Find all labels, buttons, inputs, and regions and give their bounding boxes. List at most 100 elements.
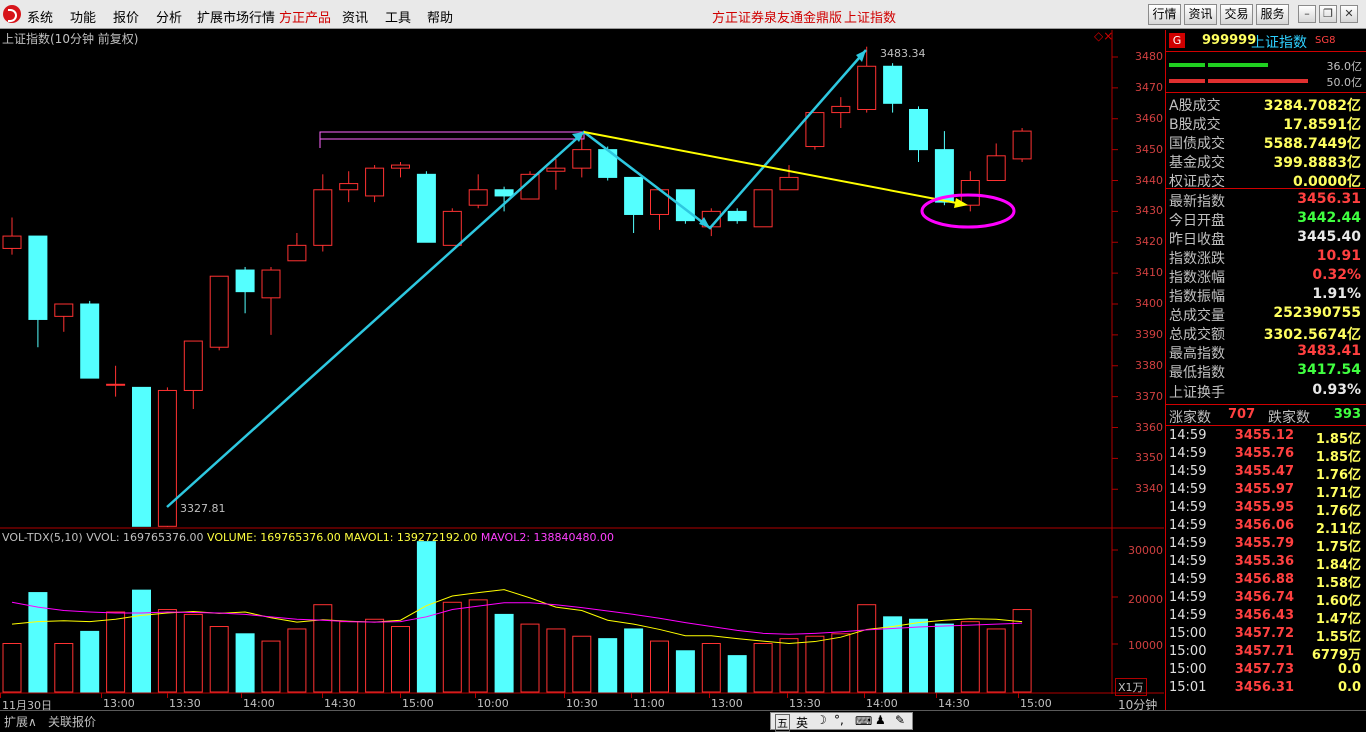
extend-tab[interactable]: 扩展∧ [4,713,37,730]
menu-news[interactable]: 资讯 [342,7,368,26]
candle-body [779,176,799,191]
tick-time: 14:59 [1169,500,1207,515]
volume-bar [157,609,177,693]
punctuation-icon[interactable]: °, [834,713,844,727]
stat-value: 3483.41 [1297,343,1361,360]
related-quote-tab[interactable]: 关联报价 [48,713,96,730]
diamond-icon[interactable]: ◇× [1094,29,1113,43]
minimize-icon[interactable]: – [1298,5,1316,23]
stat-row: 最低指数 3417.54 [1166,361,1365,381]
time-tick [241,693,242,698]
menu-system[interactable]: 系统 [27,7,53,26]
price-axis-label: 3370 [1135,389,1163,403]
tick-price: 3455.95 [1234,500,1294,515]
stat-row: 总成交量 252390755 [1166,304,1365,324]
volume-bar [54,643,74,693]
time-axis-label: 13:30 [169,697,201,710]
trade-button[interactable]: 交易 [1220,4,1253,25]
kline-svg[interactable] [0,30,1164,694]
min-price-label: 3327.81 [180,502,226,515]
menu-help[interactable]: 帮助 [427,7,453,26]
time-tick [167,693,168,698]
menu-founder-products[interactable]: 方正产品 [279,7,331,26]
ime-toolbar[interactable]: 五 英 ☽ °, ⌨ ♟ ✎ [770,712,913,732]
market-button[interactable]: 行情 [1148,4,1181,25]
bar2-b [1208,79,1308,83]
candle-body [883,65,903,104]
stat-row: 总成交额 3302.5674亿 [1166,323,1365,343]
news-button[interactable]: 资讯 [1184,4,1217,25]
price-axis-label: 3480 [1135,50,1163,63]
kline-chart-area[interactable]: 上证指数(10分钟 前复权) ◇× 3483.34 3327.81 3480 34… [0,29,1164,712]
candle-body [494,189,514,197]
time-tick [709,693,710,698]
tick-row: 14:59 3455.12 1.85亿 [1166,427,1365,447]
moon-icon[interactable]: ☽ [816,713,827,727]
restore-icon[interactable]: ❐ [1319,5,1337,23]
close-icon[interactable]: ✕ [1340,5,1358,23]
menu-quote[interactable]: 报价 [113,7,139,26]
candle-body [753,189,773,228]
user-icon[interactable]: ♟ [875,713,886,727]
time-tick [564,693,565,698]
keyboard-icon[interactable]: ⌨ [855,714,872,728]
stat-label: 昨日收盘 [1169,231,1225,248]
volume-bar [701,643,721,693]
price-axis-label: 3470 [1135,80,1163,94]
chart-title: 上证指数(10分钟 前复权) [2,32,139,46]
stat-label: A股成交 [1169,98,1221,114]
menu-extended-market[interactable]: 扩展市场行情 [197,7,275,26]
volume-bar [934,623,954,693]
up-count: 707 [1228,407,1256,422]
time-axis-label: 14:30 [938,697,970,710]
stat-value: 252390755 [1273,305,1361,322]
g-badge-icon: G [1169,33,1185,48]
max-price-label: 3483.34 [880,47,926,60]
tick-time: 14:59 [1169,572,1207,587]
candle-body [261,269,281,299]
stat-label: 基金成交 [1169,155,1225,172]
candle-body [132,386,151,527]
tick-time: 14:59 [1169,464,1207,479]
volume-bar [261,640,281,693]
menu-bar: 系统 功能 报价 分析 扩展市场行情 方正产品 资讯 工具 帮助 方正证券泉友通… [0,0,1366,29]
volume-bar [235,633,255,693]
time-axis-label: 14:30 [324,697,356,710]
tick-row: 15:00 3457.71 6779万 [1166,643,1365,663]
volume-bar [909,618,928,693]
volume-bar [132,589,151,693]
vol-axis-30000: 30000 [1128,544,1163,557]
price-axis-label: 3440 [1135,173,1163,187]
candle-body [106,383,126,386]
time-axis-label: 14:00 [866,697,898,710]
bottom-bar: 扩展∧ 关联报价 五 英 ☽ °, ⌨ ♟ ✎ [0,710,1366,732]
app-logo-icon[interactable] [3,5,21,23]
box-annotation[interactable] [319,131,585,140]
stat-row: 权证成交 0.0000亿 [1166,170,1365,191]
time-axis-label: 11:00 [633,697,665,710]
service-button[interactable]: 服务 [1256,4,1289,25]
volume-bar [675,650,695,693]
volume-bar [960,621,980,693]
menu-function[interactable]: 功能 [70,7,96,26]
candle-body [857,65,877,110]
ime-wubi-icon[interactable]: 五 [775,714,790,732]
mavol1-value: MAVOL1: 139272192.00 [344,531,478,544]
tick-time: 14:59 [1169,554,1207,569]
ime-english-icon[interactable]: 英 [796,714,808,731]
stat-label: 权证成交 [1169,174,1225,191]
volume-bar [857,604,877,693]
tick-time: 14:59 [1169,590,1207,605]
menu-analysis[interactable]: 分析 [156,7,182,26]
volume-bar [624,628,644,693]
volume-bar [753,643,773,693]
stat-value: 3445.40 [1297,228,1361,245]
tools-icon[interactable]: ✎ [895,713,905,727]
time-tick [475,693,476,698]
menu-tools[interactable]: 工具 [385,7,411,26]
volume-bar [779,638,799,693]
tick-price: 3455.36 [1234,554,1294,569]
volume-bar [365,618,385,693]
tick-row: 14:59 3456.88 1.58亿 [1166,571,1365,591]
tick-price: 3455.47 [1234,464,1294,479]
